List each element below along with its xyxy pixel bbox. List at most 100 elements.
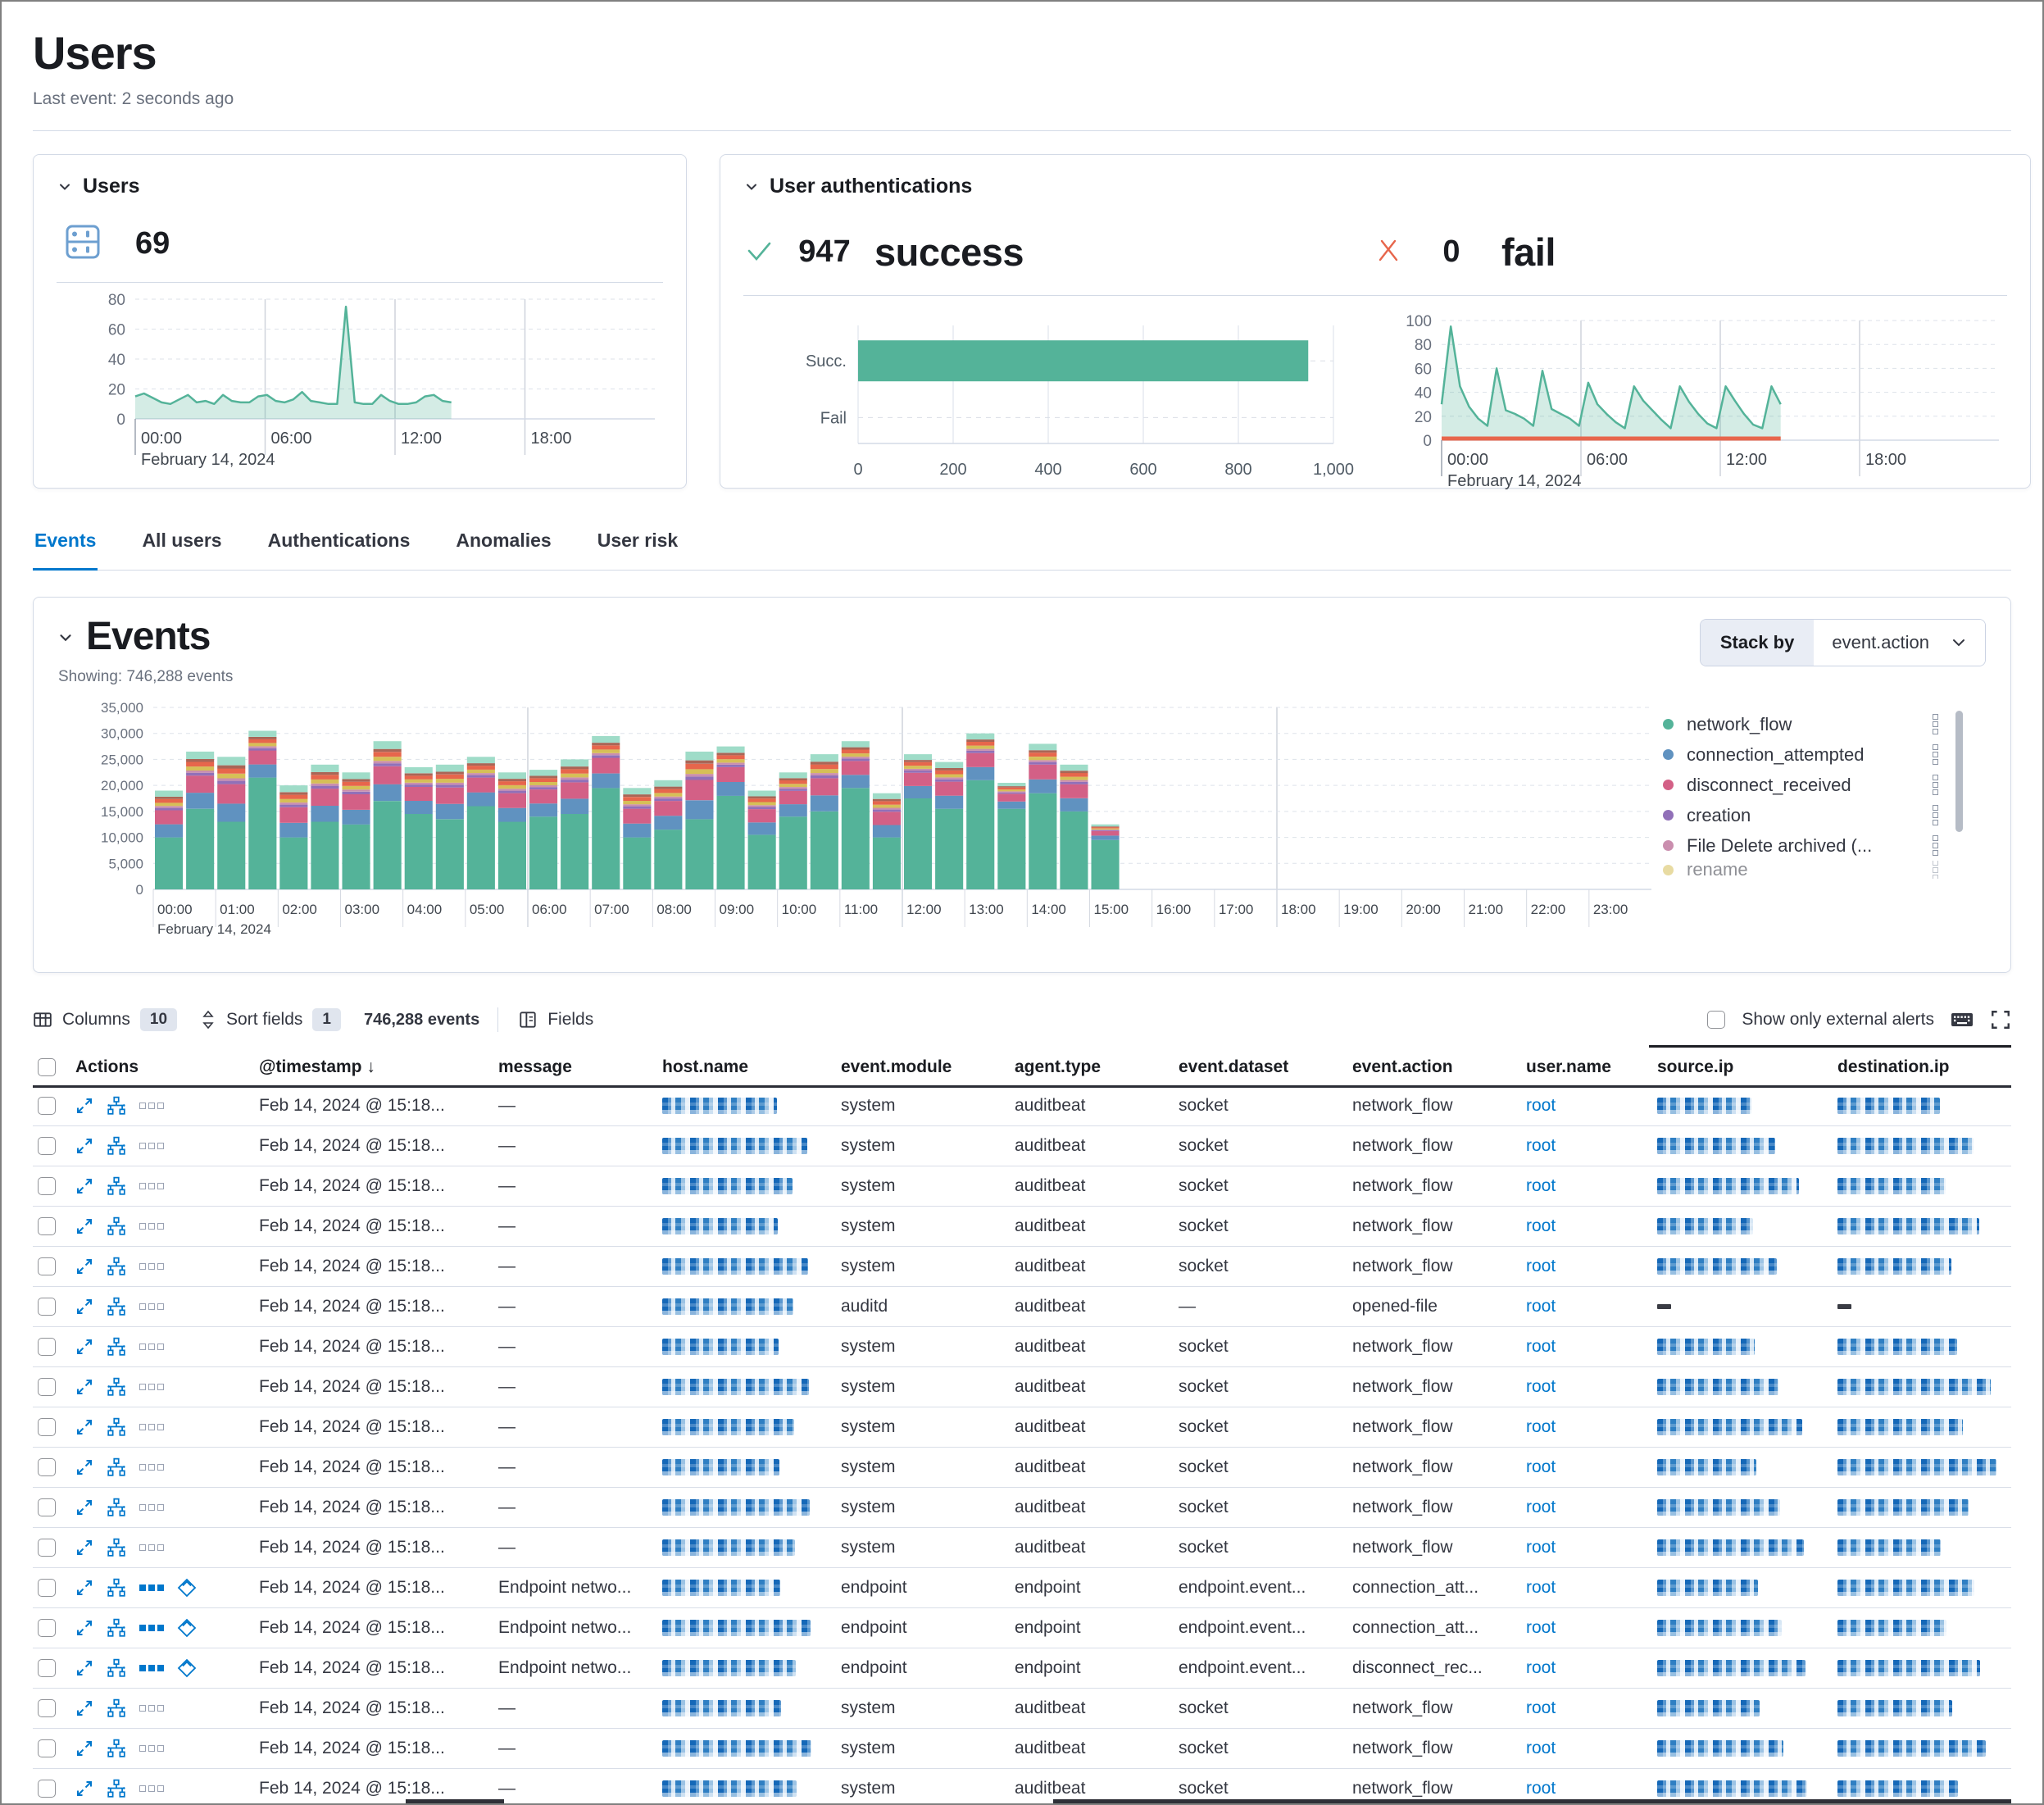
cell-user-name[interactable]: root [1526,1257,1657,1276]
table-row[interactable]: Feb 14, 2024 @ 15:18...—systemauditbeats… [33,1247,2011,1287]
more-actions-icon[interactable] [139,1464,164,1471]
cell-user-name[interactable]: root [1526,1176,1657,1196]
cell-user-name[interactable]: root [1526,1498,1657,1517]
table-row[interactable]: Feb 14, 2024 @ 15:18...—systemauditbeats… [33,1086,2011,1126]
table-row[interactable]: Feb 14, 2024 @ 15:18...Endpoint netwo...… [33,1608,2011,1648]
row-checkbox[interactable] [38,1097,56,1115]
col-header-event-dataset[interactable]: event.dataset [1179,1057,1352,1077]
cell-user-name[interactable]: root [1526,1337,1657,1357]
table-row[interactable]: Feb 14, 2024 @ 15:18...Endpoint netwo...… [33,1568,2011,1608]
more-actions-icon[interactable] [139,1263,164,1270]
analyze-event-icon[interactable] [107,1739,126,1758]
tab-authentications[interactable]: Authentications [266,521,412,570]
analyze-event-icon[interactable] [107,1658,126,1678]
table-row[interactable]: Feb 14, 2024 @ 15:18...—auditdauditbeat—… [33,1287,2011,1327]
cell-user-name[interactable]: root [1526,1538,1657,1557]
row-checkbox[interactable] [38,1418,56,1436]
analyze-event-icon[interactable] [107,1096,126,1116]
more-actions-icon[interactable] [139,1504,164,1511]
row-checkbox[interactable] [38,1257,56,1275]
select-all-checkbox[interactable] [38,1058,56,1076]
more-actions-icon[interactable] [139,1303,164,1310]
expand-event-icon[interactable] [75,1780,93,1798]
row-checkbox[interactable] [38,1378,56,1396]
analyze-event-icon[interactable] [107,1779,126,1798]
row-checkbox[interactable] [38,1458,56,1476]
legend-item-actions-icon[interactable] [1933,714,1938,734]
legend-item[interactable]: connection_attempted [1663,739,1938,770]
cell-user-name[interactable]: root [1526,1297,1657,1316]
table-row[interactable]: Feb 14, 2024 @ 15:18...—systemauditbeats… [33,1166,2011,1207]
expand-event-icon[interactable] [75,1298,93,1316]
more-actions-icon[interactable] [139,1745,164,1752]
more-actions-icon[interactable] [139,1143,164,1149]
legend-item[interactable]: network_flow [1663,709,1938,739]
expand-event-icon[interactable] [75,1699,93,1717]
table-row[interactable]: Feb 14, 2024 @ 15:18...—systemauditbeats… [33,1327,2011,1367]
legend-item-actions-icon[interactable] [1933,835,1938,856]
cell-user-name[interactable]: root [1526,1216,1657,1236]
row-checkbox[interactable] [38,1619,56,1637]
more-actions-icon[interactable] [139,1344,164,1350]
tab-user-risk[interactable]: User risk [596,521,679,570]
expand-event-icon[interactable] [75,1418,93,1436]
cell-user-name[interactable]: root [1526,1658,1657,1678]
cell-user-name[interactable]: root [1526,1457,1657,1477]
more-actions-icon[interactable] [139,1223,164,1230]
stack-by-select[interactable]: event.action [1814,620,1985,666]
more-actions-icon[interactable] [139,1424,164,1430]
cell-user-name[interactable]: root [1526,1618,1657,1638]
tab-events[interactable]: Events [33,521,98,571]
table-row[interactable]: Feb 14, 2024 @ 15:18...—systemauditbeats… [33,1689,2011,1729]
more-actions-icon[interactable] [139,1785,164,1792]
table-row[interactable]: Feb 14, 2024 @ 15:18...—systemauditbeats… [33,1488,2011,1528]
cell-user-name[interactable]: root [1526,1136,1657,1156]
analyze-event-icon[interactable] [107,1578,126,1598]
expand-event-icon[interactable] [75,1137,93,1155]
expand-event-icon[interactable] [75,1619,93,1637]
analyze-event-icon[interactable] [107,1176,126,1196]
tab-anomalies[interactable]: Anomalies [454,521,552,570]
more-actions-icon[interactable] [139,1183,164,1189]
cell-user-name[interactable]: root [1526,1578,1657,1598]
expand-event-icon[interactable] [75,1579,93,1597]
analyze-event-icon[interactable] [107,1457,126,1477]
expand-event-icon[interactable] [75,1458,93,1476]
analyze-event-icon[interactable] [107,1618,126,1638]
col-header-host-name[interactable]: host.name [662,1057,841,1077]
col-header-source-ip[interactable]: source.ip [1657,1057,1837,1077]
analyze-event-icon[interactable] [107,1337,126,1357]
col-header-timestamp[interactable]: @timestamp ↓ [259,1057,498,1077]
legend-item[interactable]: disconnect_received [1663,770,1938,800]
more-actions-icon[interactable] [139,1584,164,1591]
expand-event-icon[interactable] [75,1539,93,1557]
col-header-user-name[interactable]: user.name [1526,1057,1657,1077]
expand-event-icon[interactable] [75,1498,93,1516]
cell-user-name[interactable]: root [1526,1779,1657,1798]
cell-user-name[interactable]: root [1526,1698,1657,1718]
row-checkbox[interactable] [38,1177,56,1195]
row-checkbox[interactable] [38,1739,56,1757]
row-checkbox[interactable] [38,1498,56,1516]
analyze-event-icon[interactable] [107,1297,126,1316]
table-row[interactable]: Feb 14, 2024 @ 15:18...—systemauditbeats… [33,1407,2011,1448]
row-checkbox[interactable] [38,1338,56,1356]
row-checkbox[interactable] [38,1780,56,1798]
cell-user-name[interactable]: root [1526,1417,1657,1437]
external-alerts-checkbox[interactable] [1707,1011,1725,1029]
expand-event-icon[interactable] [75,1338,93,1356]
analyze-event-icon[interactable] [107,1538,126,1557]
collapse-chevron-icon[interactable] [57,179,73,195]
analyze-event-icon[interactable] [107,1377,126,1397]
more-actions-icon[interactable] [139,1665,164,1671]
row-checkbox[interactable] [38,1659,56,1677]
cell-user-name[interactable]: root [1526,1739,1657,1758]
more-actions-icon[interactable] [139,1625,164,1631]
col-header-message[interactable]: message [498,1057,662,1077]
more-actions-icon[interactable] [139,1103,164,1109]
col-header-event-module[interactable]: event.module [841,1057,1015,1077]
table-row[interactable]: Feb 14, 2024 @ 15:18...—systemauditbeats… [33,1207,2011,1247]
table-row[interactable]: Feb 14, 2024 @ 15:18...—systemauditbeats… [33,1729,2011,1769]
columns-button[interactable]: Columns 10 [33,1008,177,1031]
expand-event-icon[interactable] [75,1257,93,1275]
